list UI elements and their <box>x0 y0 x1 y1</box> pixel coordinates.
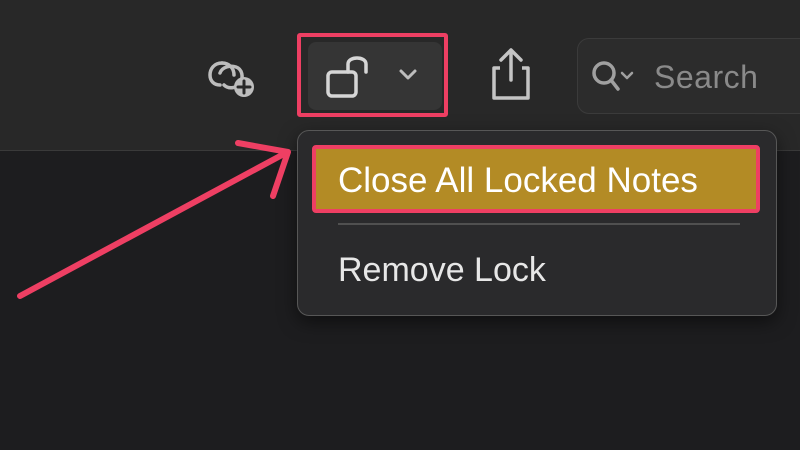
menu-item-label: Remove Lock <box>338 251 546 289</box>
menu-item-label: Close All Locked Notes <box>338 161 698 200</box>
search-icon <box>592 61 634 91</box>
menu-item-remove-lock[interactable]: Remove Lock <box>312 239 760 303</box>
search-field[interactable]: Search <box>577 38 800 114</box>
annotation-arrow <box>17 140 291 299</box>
people-add-icon[interactable] <box>200 53 260 101</box>
menu-separator <box>338 223 740 225</box>
toolbar: Search <box>0 0 800 151</box>
lock-dropdown-menu: Close All Locked Notes Remove Lock <box>297 130 777 316</box>
share-icon[interactable] <box>486 46 536 102</box>
menu-item-close-all-locked-notes[interactable]: Close All Locked Notes <box>312 145 760 213</box>
lock-button-highlight <box>297 33 448 117</box>
search-placeholder: Search <box>654 59 759 95</box>
